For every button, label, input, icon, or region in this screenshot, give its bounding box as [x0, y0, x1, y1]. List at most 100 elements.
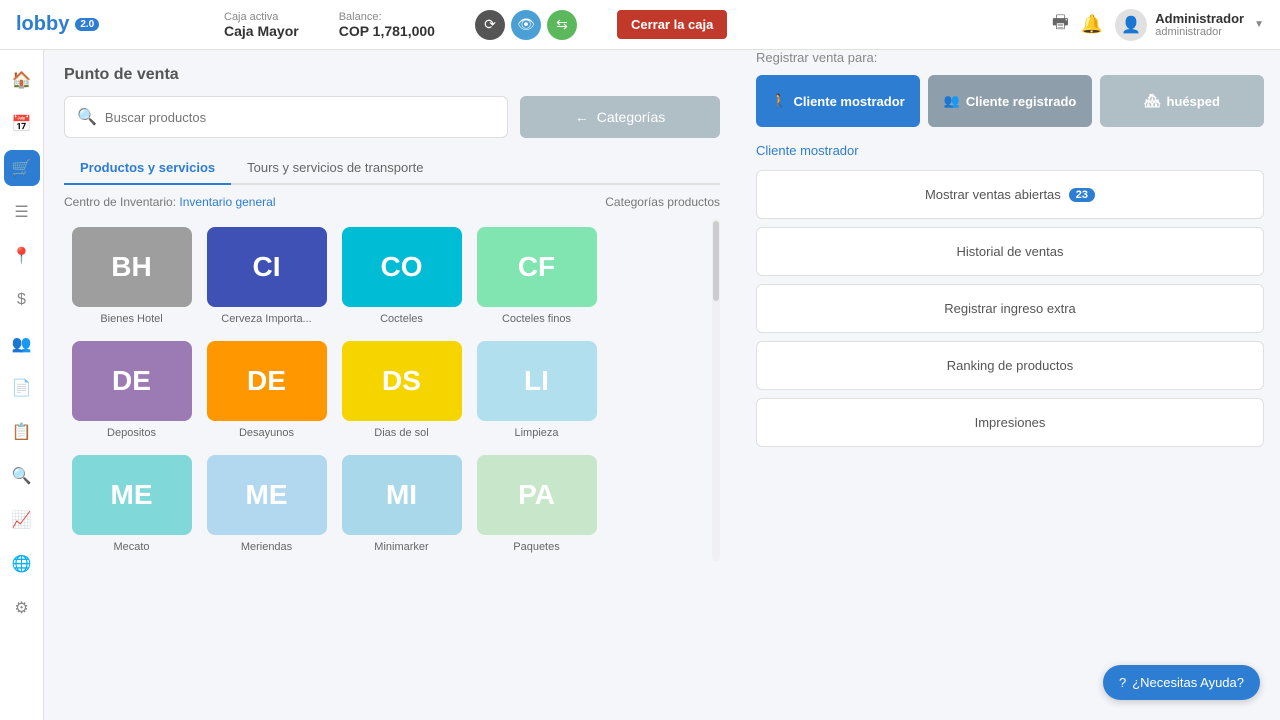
category-item[interactable]: DS Dias de sol	[334, 333, 469, 447]
sidebar-item-globe[interactable]: 🌐	[4, 546, 40, 582]
right-panel: Registrar venta para: 🚶 Cliente mostrado…	[740, 50, 1280, 720]
logo-text: lobby	[16, 13, 69, 36]
tab-tours[interactable]: Tours y servicios de transporte	[231, 152, 439, 185]
cat-card: DE	[207, 341, 327, 421]
balance-label: Balance:	[339, 11, 435, 23]
back-arrow-icon: ←	[575, 109, 589, 125]
bell-icon[interactable]: 🔔	[1081, 14, 1103, 35]
cat-name: Desayunos	[239, 427, 294, 439]
sidebar-item-users[interactable]: 👥	[4, 326, 40, 362]
cat-name: Cocteles finos	[502, 313, 571, 325]
main-content: Punto de venta 🔍 ← Categorías Productos …	[44, 50, 740, 720]
btn-cliente-registrado[interactable]: 👥 Cliente registrado	[928, 75, 1092, 127]
category-item[interactable]: CI Cerveza Importa...	[199, 219, 334, 333]
action-item[interactable]: Impresiones	[756, 398, 1264, 447]
category-item[interactable]: BH Bienes Hotel	[64, 219, 199, 333]
top-right-area: 🖶 🔔 👤 Administrador administrador ▼	[1036, 9, 1280, 41]
user-group-icon: 👥	[944, 93, 960, 109]
cat-card: BH	[72, 227, 192, 307]
avatar: 👤	[1115, 9, 1147, 41]
user-role: administrador	[1155, 26, 1244, 38]
cat-card: LI	[477, 341, 597, 421]
caja-active: Caja activa Caja Mayor	[224, 11, 299, 39]
cat-card: PA	[477, 455, 597, 535]
cat-card: ME	[207, 455, 327, 535]
action-item[interactable]: Ranking de productos	[756, 341, 1264, 390]
action-item[interactable]: Mostrar ventas abiertas 23	[756, 170, 1264, 219]
walk-icon: 🚶	[771, 93, 787, 109]
category-item[interactable]: PA Paquetes	[469, 447, 604, 561]
category-item[interactable]: DE Depositos	[64, 333, 199, 447]
monitor-icon[interactable]: 🖶	[1052, 10, 1069, 40]
help-button[interactable]: ? ¿Necesitas Ayuda?	[1103, 665, 1260, 700]
search-box: 🔍	[64, 96, 508, 138]
category-item[interactable]: DE Desayunos	[199, 333, 334, 447]
cat-card: ME	[72, 455, 192, 535]
cat-card: CO	[342, 227, 462, 307]
category-item[interactable]: CO Cocteles	[334, 219, 469, 333]
action-label: Mostrar ventas abiertas	[925, 187, 1061, 202]
sidebar-item-chart[interactable]: 📈	[4, 502, 40, 538]
caja-info: Caja activa Caja Mayor Balance: COP 1,78…	[200, 10, 1036, 40]
sidebar: 🏠 📅 🛒 ☰ 📍 $ 👥 📄 📋 🔍 📈 🌐 ⚙	[0, 50, 44, 720]
inventory-info: Centro de Inventario: Inventario general…	[64, 195, 720, 209]
caja-icons: ⟳ 👁 ⇆	[475, 10, 577, 40]
chevron-down-icon: ▼	[1254, 19, 1264, 30]
category-item[interactable]: CF Cocteles finos	[469, 219, 604, 333]
btn-cliente-mostrador[interactable]: 🚶 Cliente mostrador	[756, 75, 920, 127]
action-label: Historial de ventas	[957, 244, 1064, 259]
logo-area: lobby 2.0	[0, 13, 200, 36]
balance-group: Balance: COP 1,781,000	[339, 11, 435, 39]
sidebar-item-calendar[interactable]: 📅	[4, 106, 40, 142]
action-label: Impresiones	[975, 415, 1046, 430]
history-icon-btn[interactable]: ⟳	[475, 10, 505, 40]
sidebar-item-file[interactable]: 📄	[4, 370, 40, 406]
scrollbar-track[interactable]	[712, 219, 720, 561]
search-row: 🔍 ← Categorías	[64, 96, 720, 138]
cat-card: DS	[342, 341, 462, 421]
sidebar-item-settings[interactable]: ⚙	[4, 590, 40, 626]
category-item[interactable]: ME Meriendas	[199, 447, 334, 561]
cat-card: DE	[72, 341, 192, 421]
tab-productos[interactable]: Productos y servicios	[64, 152, 231, 185]
selected-customer: Cliente mostrador	[756, 143, 1264, 158]
category-grid: BH Bienes Hotel CI Cerveza Importa... CO…	[64, 219, 604, 561]
search-input[interactable]	[105, 110, 495, 125]
action-item[interactable]: Registrar ingreso extra	[756, 284, 1264, 333]
scrollbar-thumb	[713, 221, 719, 301]
sidebar-item-dollar[interactable]: $	[4, 282, 40, 318]
sidebar-item-clipboard[interactable]: 📋	[4, 414, 40, 450]
eye-icon-btn[interactable]: 👁	[511, 10, 541, 40]
category-grid-wrapper: BH Bienes Hotel CI Cerveza Importa... CO…	[64, 219, 708, 561]
btn-huesped[interactable]: 🏘 huésped	[1100, 75, 1264, 127]
category-item[interactable]: LI Limpieza	[469, 333, 604, 447]
cat-name: Meriendas	[241, 541, 292, 553]
action-badge: 23	[1069, 188, 1095, 202]
user-info-group: Administrador administrador	[1155, 11, 1244, 38]
inventory-link[interactable]: Inventario general	[179, 195, 275, 209]
sidebar-item-home[interactable]: 🏠	[4, 62, 40, 98]
sidebar-item-pos[interactable]: 🛒	[4, 150, 40, 186]
caja-active-label: Caja activa	[224, 11, 299, 23]
categories-button[interactable]: ← Categorías	[520, 96, 720, 138]
cat-name: Dias de sol	[374, 427, 428, 439]
category-item[interactable]: MI Minimarker	[334, 447, 469, 561]
user-menu[interactable]: 👤 Administrador administrador ▼	[1115, 9, 1264, 41]
balance-value: COP 1,781,000	[339, 23, 435, 39]
category-item[interactable]: ME Mecato	[64, 447, 199, 561]
sidebar-item-map[interactable]: 📍	[4, 238, 40, 274]
cat-name: Bienes Hotel	[100, 313, 162, 325]
caja-active-value: Caja Mayor	[224, 23, 299, 39]
user-name: Administrador	[1155, 11, 1244, 26]
cat-name: Limpieza	[514, 427, 558, 439]
cerrar-caja-button[interactable]: Cerrar la caja	[617, 10, 727, 39]
register-label: Registrar venta para:	[756, 50, 1264, 65]
action-list: Mostrar ventas abiertas 23 Historial de ve…	[756, 170, 1264, 447]
search-icon: 🔍	[77, 107, 97, 127]
action-label: Ranking de productos	[947, 358, 1073, 373]
action-item[interactable]: Historial de ventas	[756, 227, 1264, 276]
sidebar-item-search[interactable]: 🔍	[4, 458, 40, 494]
sidebar-item-list[interactable]: ☰	[4, 194, 40, 230]
transfer-icon-btn[interactable]: ⇆	[547, 10, 577, 40]
inventory-label: Centro de Inventario: Inventario general	[64, 195, 276, 209]
